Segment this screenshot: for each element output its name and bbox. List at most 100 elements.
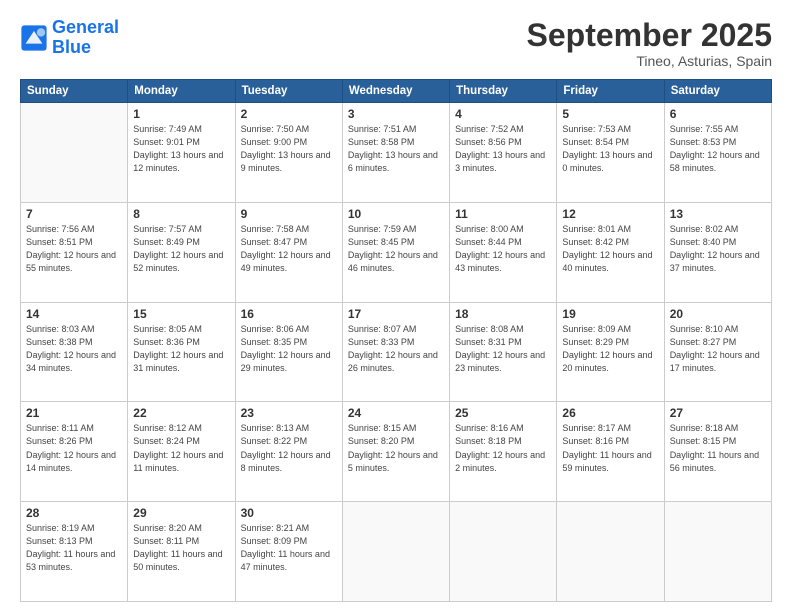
table-row: 21 Sunrise: 8:11 AMSunset: 8:26 PMDayligh… bbox=[21, 402, 128, 502]
table-row: 2 Sunrise: 7:50 AMSunset: 9:00 PMDaylight… bbox=[235, 103, 342, 203]
day-info: Sunrise: 7:55 AMSunset: 8:53 PMDaylight:… bbox=[670, 123, 766, 175]
day-number: 21 bbox=[26, 406, 122, 420]
col-monday: Monday bbox=[128, 80, 235, 103]
day-number: 16 bbox=[241, 307, 337, 321]
table-row: 13 Sunrise: 8:02 AMSunset: 8:40 PMDayligh… bbox=[664, 202, 771, 302]
table-row: 20Sunrise: 8:10 AMSunset: 8:27 PMDayligh… bbox=[664, 302, 771, 402]
table-row: 6 Sunrise: 7:55 AMSunset: 8:53 PMDaylight… bbox=[664, 103, 771, 203]
day-number: 14 bbox=[26, 307, 122, 321]
col-tuesday: Tuesday bbox=[235, 80, 342, 103]
header: General Blue September 2025 Tineo, Astur… bbox=[20, 18, 772, 69]
day-info: Sunrise: 7:56 AMSunset: 8:51 PMDaylight:… bbox=[26, 223, 122, 275]
table-row bbox=[664, 502, 771, 602]
logo: General Blue bbox=[20, 18, 119, 58]
day-number: 6 bbox=[670, 107, 766, 121]
day-number: 25 bbox=[455, 406, 551, 420]
table-row bbox=[21, 103, 128, 203]
day-number: 13 bbox=[670, 207, 766, 221]
logo-text: General Blue bbox=[52, 18, 119, 58]
title-block: September 2025 Tineo, Asturias, Spain bbox=[527, 18, 772, 69]
table-row: 11Sunrise: 8:00 AMSunset: 8:44 PMDayligh… bbox=[450, 202, 557, 302]
day-info: Sunrise: 8:07 AMSunset: 8:33 PMDaylight:… bbox=[348, 323, 444, 375]
table-row: 3Sunrise: 7:51 AMSunset: 8:58 PMDaylight… bbox=[342, 103, 449, 203]
day-number: 30 bbox=[241, 506, 337, 520]
header-row: Sunday Monday Tuesday Wednesday Thursday… bbox=[21, 80, 772, 103]
day-info: Sunrise: 8:09 AMSunset: 8:29 PMDaylight:… bbox=[562, 323, 658, 375]
logo-icon bbox=[20, 24, 48, 52]
day-info: Sunrise: 8:16 AMSunset: 8:18 PMDaylight:… bbox=[455, 422, 551, 474]
day-info: Sunrise: 8:12 AMSunset: 8:24 PMDaylight:… bbox=[133, 422, 229, 474]
day-info: Sunrise: 8:13 AMSunset: 8:22 PMDaylight:… bbox=[241, 422, 337, 474]
day-number: 7 bbox=[26, 207, 122, 221]
day-number: 2 bbox=[241, 107, 337, 121]
day-number: 29 bbox=[133, 506, 229, 520]
table-row: 10 Sunrise: 7:59 AMSunset: 8:45 PMDayligh… bbox=[342, 202, 449, 302]
table-row: 29 Sunrise: 8:20 AMSunset: 8:11 PMDayligh… bbox=[128, 502, 235, 602]
day-number: 1 bbox=[133, 107, 229, 121]
day-info: Sunrise: 8:05 AMSunset: 8:36 PMDaylight:… bbox=[133, 323, 229, 375]
day-info: Sunrise: 8:21 AMSunset: 8:09 PMDaylight:… bbox=[241, 522, 337, 574]
day-info: Sunrise: 8:02 AMSunset: 8:40 PMDaylight:… bbox=[670, 223, 766, 275]
table-row: 28 Sunrise: 8:19 AMSunset: 8:13 PMDayligh… bbox=[21, 502, 128, 602]
col-friday: Friday bbox=[557, 80, 664, 103]
table-row: 7 Sunrise: 7:56 AMSunset: 8:51 PMDaylight… bbox=[21, 202, 128, 302]
table-row: 16 Sunrise: 8:06 AMSunset: 8:35 PMDayligh… bbox=[235, 302, 342, 402]
calendar-week-row: 21 Sunrise: 8:11 AMSunset: 8:26 PMDayligh… bbox=[21, 402, 772, 502]
day-number: 26 bbox=[562, 406, 658, 420]
day-info: Sunrise: 7:59 AMSunset: 8:45 PMDaylight:… bbox=[348, 223, 444, 275]
day-info: Sunrise: 8:19 AMSunset: 8:13 PMDaylight:… bbox=[26, 522, 122, 574]
table-row: 15 Sunrise: 8:05 AMSunset: 8:36 PMDayligh… bbox=[128, 302, 235, 402]
day-number: 27 bbox=[670, 406, 766, 420]
day-number: 8 bbox=[133, 207, 229, 221]
table-row: 4Sunrise: 7:52 AMSunset: 8:56 PMDaylight… bbox=[450, 103, 557, 203]
day-number: 9 bbox=[241, 207, 337, 221]
calendar-week-row: 28 Sunrise: 8:19 AMSunset: 8:13 PMDayligh… bbox=[21, 502, 772, 602]
calendar-week-row: 7 Sunrise: 7:56 AMSunset: 8:51 PMDaylight… bbox=[21, 202, 772, 302]
day-info: Sunrise: 8:11 AMSunset: 8:26 PMDaylight:… bbox=[26, 422, 122, 474]
day-number: 12 bbox=[562, 207, 658, 221]
day-number: 19 bbox=[562, 307, 658, 321]
day-number: 22 bbox=[133, 406, 229, 420]
day-number: 10 bbox=[348, 207, 444, 221]
day-info: Sunrise: 7:51 AMSunset: 8:58 PMDaylight:… bbox=[348, 123, 444, 175]
col-wednesday: Wednesday bbox=[342, 80, 449, 103]
page: General Blue September 2025 Tineo, Astur… bbox=[0, 0, 792, 612]
table-row: 9 Sunrise: 7:58 AMSunset: 8:47 PMDaylight… bbox=[235, 202, 342, 302]
day-info: Sunrise: 7:50 AMSunset: 9:00 PMDaylight:… bbox=[241, 123, 337, 175]
table-row: 14 Sunrise: 8:03 AMSunset: 8:38 PMDayligh… bbox=[21, 302, 128, 402]
day-info: Sunrise: 8:15 AMSunset: 8:20 PMDaylight:… bbox=[348, 422, 444, 474]
day-info: Sunrise: 8:03 AMSunset: 8:38 PMDaylight:… bbox=[26, 323, 122, 375]
day-number: 24 bbox=[348, 406, 444, 420]
table-row: 19 Sunrise: 8:09 AMSunset: 8:29 PMDayligh… bbox=[557, 302, 664, 402]
day-info: Sunrise: 7:49 AMSunset: 9:01 PMDaylight:… bbox=[133, 123, 229, 175]
day-info: Sunrise: 7:58 AMSunset: 8:47 PMDaylight:… bbox=[241, 223, 337, 275]
table-row: 1 Sunrise: 7:49 AMSunset: 9:01 PMDaylight… bbox=[128, 103, 235, 203]
table-row: 12Sunrise: 8:01 AMSunset: 8:42 PMDayligh… bbox=[557, 202, 664, 302]
calendar-week-row: 1 Sunrise: 7:49 AMSunset: 9:01 PMDaylight… bbox=[21, 103, 772, 203]
table-row: 22 Sunrise: 8:12 AMSunset: 8:24 PMDayligh… bbox=[128, 402, 235, 502]
table-row: 5Sunrise: 7:53 AMSunset: 8:54 PMDaylight… bbox=[557, 103, 664, 203]
table-row: 18Sunrise: 8:08 AMSunset: 8:31 PMDayligh… bbox=[450, 302, 557, 402]
day-number: 20 bbox=[670, 307, 766, 321]
col-saturday: Saturday bbox=[664, 80, 771, 103]
table-row bbox=[557, 502, 664, 602]
day-number: 15 bbox=[133, 307, 229, 321]
day-info: Sunrise: 7:52 AMSunset: 8:56 PMDaylight:… bbox=[455, 123, 551, 175]
table-row: 27Sunrise: 8:18 AMSunset: 8:15 PMDayligh… bbox=[664, 402, 771, 502]
day-number: 18 bbox=[455, 307, 551, 321]
day-info: Sunrise: 7:57 AMSunset: 8:49 PMDaylight:… bbox=[133, 223, 229, 275]
location-subtitle: Tineo, Asturias, Spain bbox=[527, 53, 772, 69]
day-number: 28 bbox=[26, 506, 122, 520]
day-info: Sunrise: 8:17 AMSunset: 8:16 PMDaylight:… bbox=[562, 422, 658, 474]
calendar-table: Sunday Monday Tuesday Wednesday Thursday… bbox=[20, 79, 772, 602]
month-title: September 2025 bbox=[527, 18, 772, 53]
day-number: 17 bbox=[348, 307, 444, 321]
table-row: 24 Sunrise: 8:15 AMSunset: 8:20 PMDayligh… bbox=[342, 402, 449, 502]
table-row bbox=[450, 502, 557, 602]
day-info: Sunrise: 8:20 AMSunset: 8:11 PMDaylight:… bbox=[133, 522, 229, 574]
day-number: 5 bbox=[562, 107, 658, 121]
day-info: Sunrise: 8:06 AMSunset: 8:35 PMDaylight:… bbox=[241, 323, 337, 375]
logo-general: General bbox=[52, 17, 119, 37]
table-row: 8 Sunrise: 7:57 AMSunset: 8:49 PMDaylight… bbox=[128, 202, 235, 302]
col-thursday: Thursday bbox=[450, 80, 557, 103]
